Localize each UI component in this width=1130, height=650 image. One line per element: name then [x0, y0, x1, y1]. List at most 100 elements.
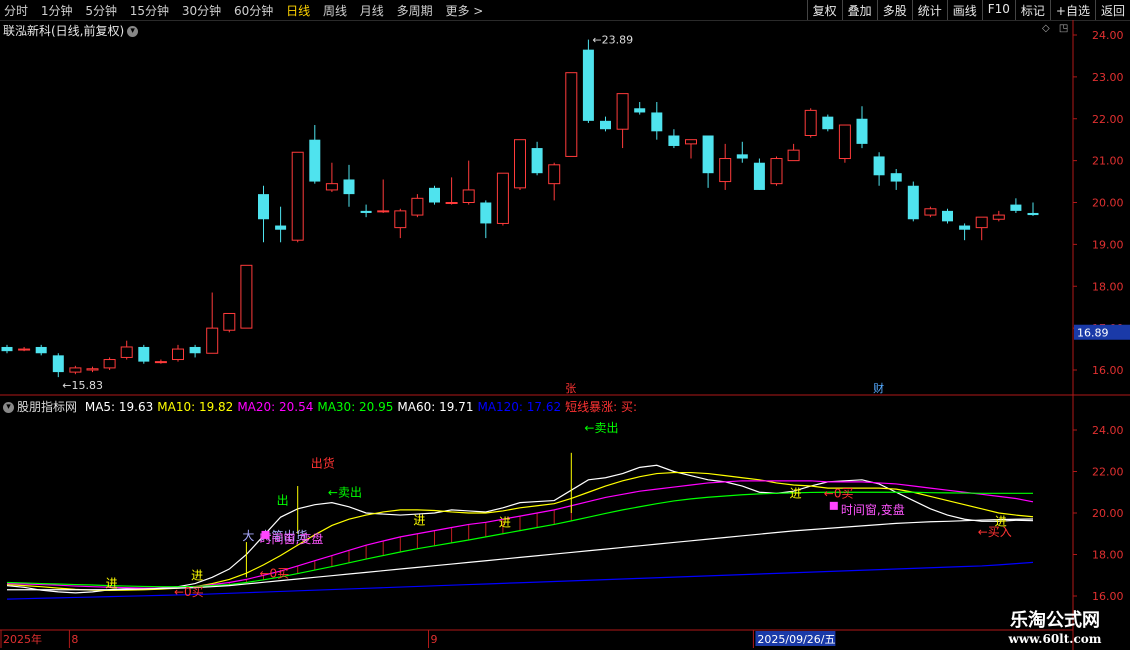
candle-body: [873, 156, 885, 176]
f10-button[interactable]: F10: [981, 0, 1015, 20]
date-label: 8: [71, 633, 78, 646]
collapse-icon[interactable]: ◳: [1059, 23, 1068, 34]
candle-body: [120, 346, 133, 358]
y-tick-label: 23.00: [1092, 71, 1124, 84]
candle-body: [223, 312, 236, 331]
candle-body: [86, 368, 99, 371]
current-price-label: 16.89: [1077, 327, 1109, 340]
ma-legend-item: MA10: 19.82: [157, 400, 234, 414]
candle-body: [959, 225, 971, 230]
candle-body: [172, 348, 184, 361]
y-tick-label: 22.00: [1092, 466, 1124, 479]
y-tick-label: 24.00: [1092, 29, 1124, 42]
tab-60min[interactable]: 60分钟: [234, 4, 273, 18]
tab-1min[interactable]: 1分钟: [41, 4, 73, 18]
signal-label: 大笔出货: [260, 528, 308, 543]
mark-button[interactable]: 标记: [1014, 0, 1050, 20]
diamond-icon[interactable]: ◇: [1042, 23, 1050, 34]
signal-label: ←0买: [260, 566, 290, 580]
ma-line-ma30: [6, 491, 1033, 588]
candle-body: [360, 210, 372, 213]
ma-line-ma120: [6, 561, 1034, 600]
candle-body: [992, 214, 1005, 220]
candle-body: [787, 149, 800, 162]
indicator-title-bar: ▾ 股朋指标网 MA5: 19.63 MA10: 19.82 MA20: 20.54 M…: [3, 398, 645, 415]
tab-30min[interactable]: 30分钟: [182, 4, 221, 18]
candle-body: [52, 355, 64, 373]
candle-body: [1, 346, 13, 352]
signal-label: ←0买: [824, 486, 854, 500]
add-watchlist-button[interactable]: +自选: [1049, 0, 1095, 20]
tab-fenshi[interactable]: 分时: [4, 4, 28, 18]
overlay-button[interactable]: 叠加: [841, 0, 877, 20]
candle-body: [429, 187, 440, 203]
statistics-button[interactable]: 统计: [911, 0, 947, 20]
candle-body: [445, 202, 458, 204]
period-tabs: 分时 1分钟 5分钟 15分钟 30分钟 60分钟 日线 周线 月线 多周期 更…: [4, 2, 492, 19]
indicator-name: 股朋指标网: [17, 400, 78, 414]
candle-body: [325, 183, 338, 191]
signal-label: 出: [277, 494, 289, 508]
candle-body: [291, 151, 304, 241]
candle-body: [548, 164, 561, 185]
candle-body: [531, 148, 543, 174]
signal-label: 进: [191, 568, 203, 582]
time-window-marker: [829, 501, 838, 510]
candle-body: [634, 108, 646, 113]
event-marker: 财: [873, 381, 884, 395]
candle-body: [668, 135, 680, 146]
tab-more[interactable]: 更多 >: [445, 4, 483, 18]
ma-line-ma10: [6, 471, 1034, 591]
candle-body: [258, 194, 269, 220]
signal-label: 进: [413, 513, 425, 527]
draw-line-button[interactable]: 画线: [946, 0, 982, 20]
signal-label: 进: [995, 514, 1007, 528]
candle-body: [1027, 212, 1039, 216]
candlestick-chart: 24.00 23.00 22.00 21.00 20.00 19.00 18.00 17.00…: [0, 20, 1130, 650]
signal-label: 时间窗,变盘: [260, 531, 324, 546]
chevron-down-icon[interactable]: ▾: [127, 26, 139, 37]
indicator-menu-icon[interactable]: ▾: [3, 402, 14, 413]
tab-15min[interactable]: 15分钟: [130, 4, 169, 18]
candle-body: [565, 72, 578, 157]
tab-daily[interactable]: 日线: [286, 4, 310, 18]
candle-body: [736, 154, 748, 159]
event-marker: 张: [565, 382, 576, 395]
candle-body: [411, 197, 424, 216]
ma-legend-item: MA60: 19.71: [397, 400, 474, 414]
ma-line-ma5: [6, 464, 1034, 594]
y-tick-label: 16.00: [1092, 364, 1124, 377]
ma-line-ma20: [6, 480, 1034, 589]
high-price-label: ←23.89: [592, 34, 633, 47]
signal-label: ←卖出: [328, 485, 362, 499]
tool-buttons: 复权 叠加 多股 统计 画线 F10 标记 +自选 返回: [806, 0, 1130, 20]
y-tick-label: 19.00: [1092, 238, 1124, 251]
candle-body: [206, 327, 219, 354]
candle-body: [822, 116, 834, 130]
back-button[interactable]: 返回: [1094, 0, 1130, 20]
candle-body: [942, 210, 953, 222]
watermark-url: www.60lt.com: [1008, 632, 1102, 646]
y-tick-label: 18.00: [1092, 280, 1124, 293]
y-tick-label: 17.00: [1092, 322, 1124, 335]
tab-5min[interactable]: 5分钟: [85, 4, 117, 18]
signal-label: 进: [106, 577, 118, 591]
crosshair-date-label: 2025/09/26/五: [757, 633, 835, 646]
watermark: 乐淘公式网 www.60lt.com: [985, 606, 1125, 646]
stock-title-text: 联泓新科(日线,前复权): [3, 24, 125, 38]
tab-weekly[interactable]: 周线: [323, 4, 347, 18]
signal-label: 大: [242, 529, 254, 543]
y-tick-label: 24.00: [1092, 424, 1124, 437]
signal-label: 进: [499, 515, 511, 529]
candle-body: [69, 367, 82, 373]
y-tick-label: 18.00: [1092, 549, 1124, 562]
signal-label: ←买入: [978, 525, 1012, 539]
low-price-label: ←15.83: [62, 379, 103, 392]
candle-body: [462, 189, 475, 203]
tab-monthly[interactable]: 月线: [360, 4, 384, 18]
multi-stock-button[interactable]: 多股: [876, 0, 912, 20]
ma-legend-item: 短线暴涨: 买:: [565, 400, 638, 414]
restore-rights-button[interactable]: 复权: [806, 0, 842, 20]
candle-body: [719, 158, 732, 183]
tab-multi-period[interactable]: 多周期: [397, 4, 433, 18]
